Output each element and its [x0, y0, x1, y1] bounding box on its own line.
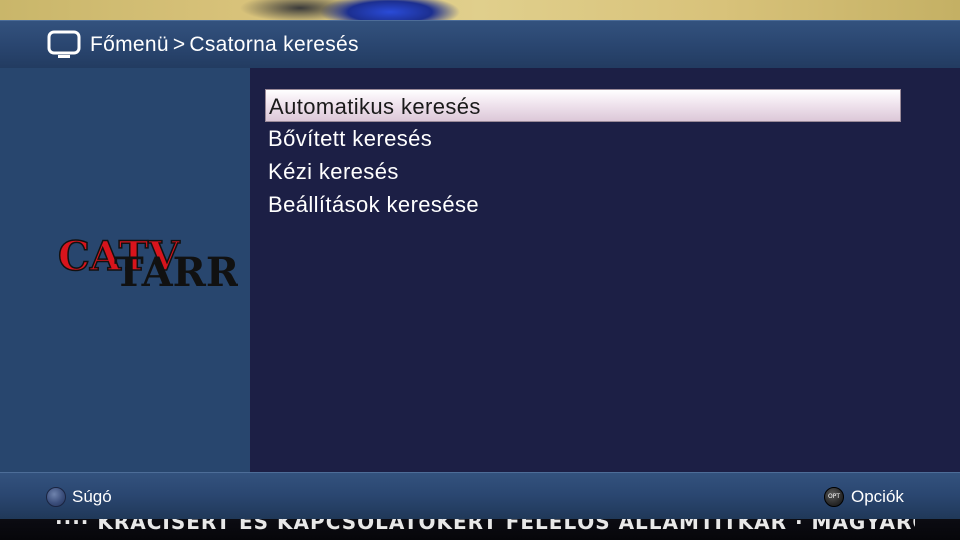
channel-search-menu: Automatikus keresés Bővített keresés Kéz… — [265, 89, 901, 221]
logo-panel: CATV TARR — [0, 68, 250, 472]
menu-item-extended-search[interactable]: Bővített keresés — [265, 122, 901, 155]
menu-item-automatic-search[interactable]: Automatikus keresés — [265, 89, 901, 122]
breadcrumb-separator: > — [172, 33, 186, 56]
breadcrumb-main-menu[interactable]: Főmenü — [90, 33, 169, 56]
menu-item-manual-search[interactable]: Kézi keresés — [265, 155, 901, 188]
opt-button-icon: OPT — [824, 487, 844, 507]
options-button[interactable]: Opciók — [851, 486, 904, 508]
footer-bar: Súgó OPT Opciók — [0, 472, 960, 519]
menu-item-search-settings[interactable]: Beállítások keresése — [265, 188, 901, 221]
breadcrumb: Főmenü > Csatorna keresés — [90, 32, 359, 58]
tv-icon — [47, 30, 81, 60]
catv-tarr-logo: CATV TARR — [56, 232, 240, 296]
header-bar: Főmenü > Csatorna keresés — [0, 20, 960, 69]
breadcrumb-channel-search: Csatorna keresés — [189, 33, 359, 56]
blue-button-icon — [46, 487, 66, 507]
help-button[interactable]: Súgó — [72, 486, 112, 508]
svg-text:TARR: TARR — [114, 249, 238, 292]
menu-panel: Automatikus keresés Bővített keresés Kéz… — [250, 68, 960, 472]
